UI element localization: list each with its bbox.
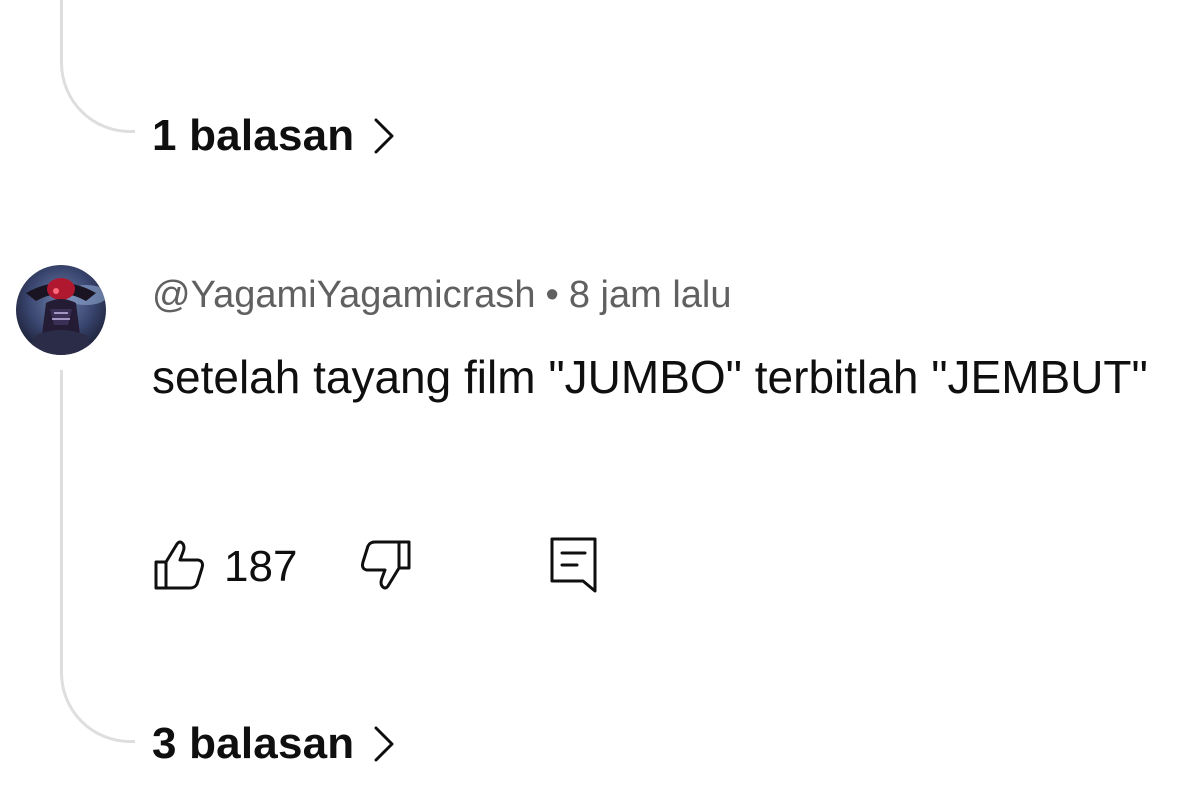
like-button[interactable]: 187 (152, 538, 297, 597)
thumbs-up-icon (152, 538, 206, 597)
avatar[interactable] (16, 265, 106, 355)
view-replies-button[interactable]: 3 balasan (152, 712, 396, 776)
comment-reply-icon (549, 535, 599, 600)
view-replies-button-previous[interactable]: 1 balasan (152, 104, 396, 168)
comment-text: setelah tayang film "JUMBO" terbitlah "J… (152, 351, 1148, 403)
comment-actions: 187 (152, 532, 599, 602)
chevron-right-icon (372, 116, 396, 156)
like-count: 187 (224, 542, 298, 591)
chevron-right-icon (372, 724, 396, 764)
comments-panel: 1 balasan @YagamiYagamicrash • 8 jam lal… (0, 0, 1200, 800)
thumbs-down-icon (359, 538, 413, 597)
comment-timestamp[interactable]: 8 jam lalu (569, 274, 732, 316)
replies-count-label: 3 balasan (152, 719, 355, 768)
replies-count-label: 1 balasan (152, 111, 355, 160)
comment-header: @YagamiYagamicrash • 8 jam lalu (152, 274, 732, 317)
thread-connector-top (60, 0, 135, 133)
meta-separator: • (545, 274, 559, 316)
reply-button[interactable] (549, 535, 599, 600)
comment-author[interactable]: @YagamiYagamicrash (152, 274, 536, 316)
dislike-button[interactable] (359, 538, 413, 597)
thread-connector-bottom (60, 370, 135, 743)
